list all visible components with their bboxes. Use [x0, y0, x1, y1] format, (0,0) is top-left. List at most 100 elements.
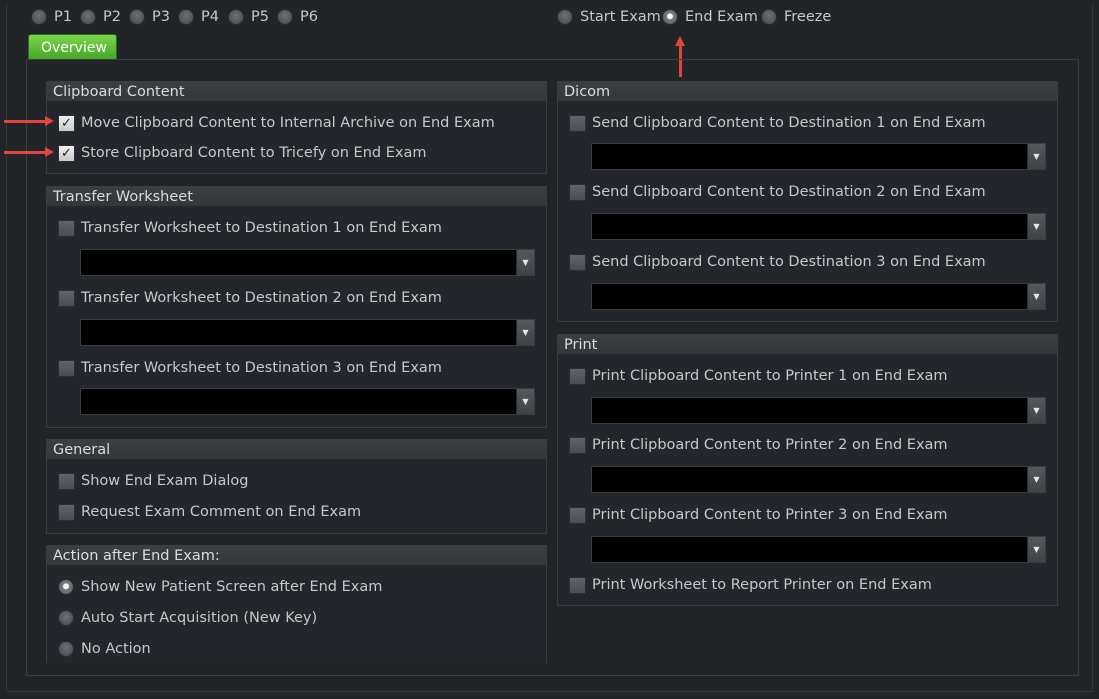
transfer-dest1-dropdown[interactable]: ▼	[80, 249, 535, 276]
preset-label: P1	[54, 9, 72, 25]
preset-label: P5	[251, 9, 269, 25]
preset-radio-p4[interactable]: P4	[178, 7, 219, 27]
checkbox-icon	[569, 253, 586, 271]
panel-title: Transfer Worksheet	[47, 187, 546, 206]
chevron-down-icon[interactable]: ▼	[1027, 398, 1045, 423]
checkbox-label: Print Clipboard Content to Printer 2 on …	[592, 437, 948, 453]
checkbox-label: Print Clipboard Content to Printer 1 on …	[592, 368, 948, 384]
print-worksheet-report-checkbox[interactable]: Print Worksheet to Report Printer on End…	[569, 575, 932, 595]
checkbox-label: Show End Exam Dialog	[81, 473, 249, 489]
radio-icon	[129, 9, 145, 25]
radio-label: Show New Patient Screen after End Exam	[81, 579, 383, 595]
checkbox-label: Send Clipboard Content to Destination 1 …	[592, 115, 986, 131]
transfer-dest2-dropdown[interactable]: ▼	[80, 319, 535, 346]
request-exam-comment-checkbox[interactable]: Request Exam Comment on End Exam	[58, 502, 361, 522]
radio-icon	[178, 9, 194, 25]
end-exam-label: End Exam	[685, 9, 758, 25]
preset-label: P4	[201, 9, 219, 25]
freeze-label: Freeze	[784, 9, 832, 25]
checkbox-icon	[569, 436, 586, 454]
radio-icon	[557, 9, 573, 25]
checkbox-label: Print Worksheet to Report Printer on End…	[592, 577, 932, 593]
radio-label: Auto Start Acquisition (New Key)	[81, 610, 318, 626]
panel-title: Dicom	[558, 82, 1057, 101]
action-auto-start-radio[interactable]: Auto Start Acquisition (New Key)	[58, 608, 317, 628]
chevron-down-icon[interactable]: ▼	[1027, 144, 1045, 169]
print-clipboard-printer2-checkbox[interactable]: Print Clipboard Content to Printer 2 on …	[569, 435, 948, 455]
radio-icon	[31, 9, 47, 25]
preset-radio-p2[interactable]: P2	[80, 7, 121, 27]
start-exam-label: Start Exam	[580, 9, 661, 25]
annotation-arrow-right-icon	[4, 147, 54, 157]
checkbox-icon	[569, 576, 586, 594]
checkmark-icon: ✓	[58, 114, 75, 132]
preset-radio-p1[interactable]: P1	[31, 7, 72, 27]
printer2-dropdown[interactable]: ▼	[591, 466, 1046, 493]
panel-title: Action after End Exam:	[47, 546, 546, 565]
checkbox-icon	[569, 506, 586, 524]
checkmark-icon: ✓	[58, 144, 75, 162]
chevron-down-icon[interactable]: ▼	[1027, 284, 1045, 309]
preset-radio-p6[interactable]: P6	[277, 7, 318, 27]
checkbox-icon	[58, 503, 75, 521]
checkbox-label: Move Clipboard Content to Internal Archi…	[81, 115, 495, 131]
transfer-worksheet-dest1-checkbox[interactable]: Transfer Worksheet to Destination 1 on E…	[58, 218, 442, 238]
checkbox-label: Send Clipboard Content to Destination 2 …	[592, 184, 986, 200]
printer3-dropdown[interactable]: ▼	[591, 536, 1046, 563]
dicom-dest3-dropdown[interactable]: ▼	[591, 283, 1046, 310]
chevron-down-icon[interactable]: ▼	[1027, 537, 1045, 562]
action-show-new-patient-radio[interactable]: Show New Patient Screen after End Exam	[58, 577, 382, 597]
print-clipboard-printer1-checkbox[interactable]: Print Clipboard Content to Printer 1 on …	[569, 366, 948, 386]
radio-selected-icon	[58, 579, 74, 595]
chevron-down-icon[interactable]: ▼	[516, 250, 534, 275]
send-clipboard-dest2-checkbox[interactable]: Send Clipboard Content to Destination 2 …	[569, 182, 986, 202]
action-no-action-radio[interactable]: No Action	[58, 639, 151, 659]
printer1-dropdown[interactable]: ▼	[591, 397, 1046, 424]
freeze-radio[interactable]: Freeze	[761, 7, 831, 27]
chevron-down-icon[interactable]: ▼	[1027, 467, 1045, 492]
panel-title: Print	[558, 335, 1057, 354]
chevron-down-icon[interactable]: ▼	[1027, 214, 1045, 239]
checkbox-icon	[58, 359, 75, 377]
checkbox-label: Transfer Worksheet to Destination 1 on E…	[81, 220, 442, 236]
preset-radio-p3[interactable]: P3	[129, 7, 170, 27]
preset-label: P6	[300, 9, 318, 25]
dicom-dest2-dropdown[interactable]: ▼	[591, 213, 1046, 240]
checkbox-label: Transfer Worksheet to Destination 3 on E…	[81, 360, 442, 376]
checkbox-label: Request Exam Comment on End Exam	[81, 504, 362, 520]
checkbox-label: Send Clipboard Content to Destination 3 …	[592, 254, 986, 270]
checkbox-label: Transfer Worksheet to Destination 2 on E…	[81, 290, 442, 306]
store-clipboard-tricefy-checkbox[interactable]: ✓ Store Clipboard Content to Tricefy on E…	[58, 143, 426, 163]
radio-icon	[761, 9, 777, 25]
transfer-worksheet-dest2-checkbox[interactable]: Transfer Worksheet to Destination 2 on E…	[58, 288, 442, 308]
start-exam-radio[interactable]: Start Exam	[557, 7, 661, 27]
annotation-arrow-right-icon	[4, 116, 54, 126]
end-exam-radio[interactable]: End Exam	[662, 7, 758, 27]
preset-label: P3	[152, 9, 170, 25]
checkbox-icon	[569, 183, 586, 201]
send-clipboard-dest1-checkbox[interactable]: Send Clipboard Content to Destination 1 …	[569, 113, 986, 133]
tab-overview[interactable]: Overview	[28, 34, 117, 60]
preset-radio-p5[interactable]: P5	[228, 7, 269, 27]
send-clipboard-dest3-checkbox[interactable]: Send Clipboard Content to Destination 3 …	[569, 252, 986, 272]
transfer-dest3-dropdown[interactable]: ▼	[80, 388, 535, 415]
chevron-down-icon[interactable]: ▼	[516, 389, 534, 414]
move-clipboard-archive-checkbox[interactable]: ✓ Move Clipboard Content to Internal Arch…	[58, 113, 495, 133]
checkbox-icon	[58, 289, 75, 307]
checkbox-label: Store Clipboard Content to Tricefy on En…	[81, 145, 427, 161]
panel-title: General	[47, 440, 546, 459]
radio-label: No Action	[81, 641, 151, 657]
radio-icon	[228, 9, 244, 25]
checkbox-icon	[569, 367, 586, 385]
dicom-dest1-dropdown[interactable]: ▼	[591, 143, 1046, 170]
chevron-down-icon[interactable]: ▼	[516, 320, 534, 345]
print-clipboard-printer3-checkbox[interactable]: Print Clipboard Content to Printer 3 on …	[569, 505, 948, 525]
checkbox-icon	[569, 114, 586, 132]
radio-selected-icon	[662, 9, 678, 25]
radio-icon	[58, 641, 74, 657]
show-end-exam-dialog-checkbox[interactable]: Show End Exam Dialog	[58, 471, 248, 491]
checkbox-label: Print Clipboard Content to Printer 3 on …	[592, 507, 948, 523]
radio-icon	[58, 610, 74, 626]
transfer-worksheet-dest3-checkbox[interactable]: Transfer Worksheet to Destination 3 on E…	[58, 358, 442, 378]
checkbox-icon	[58, 472, 75, 490]
